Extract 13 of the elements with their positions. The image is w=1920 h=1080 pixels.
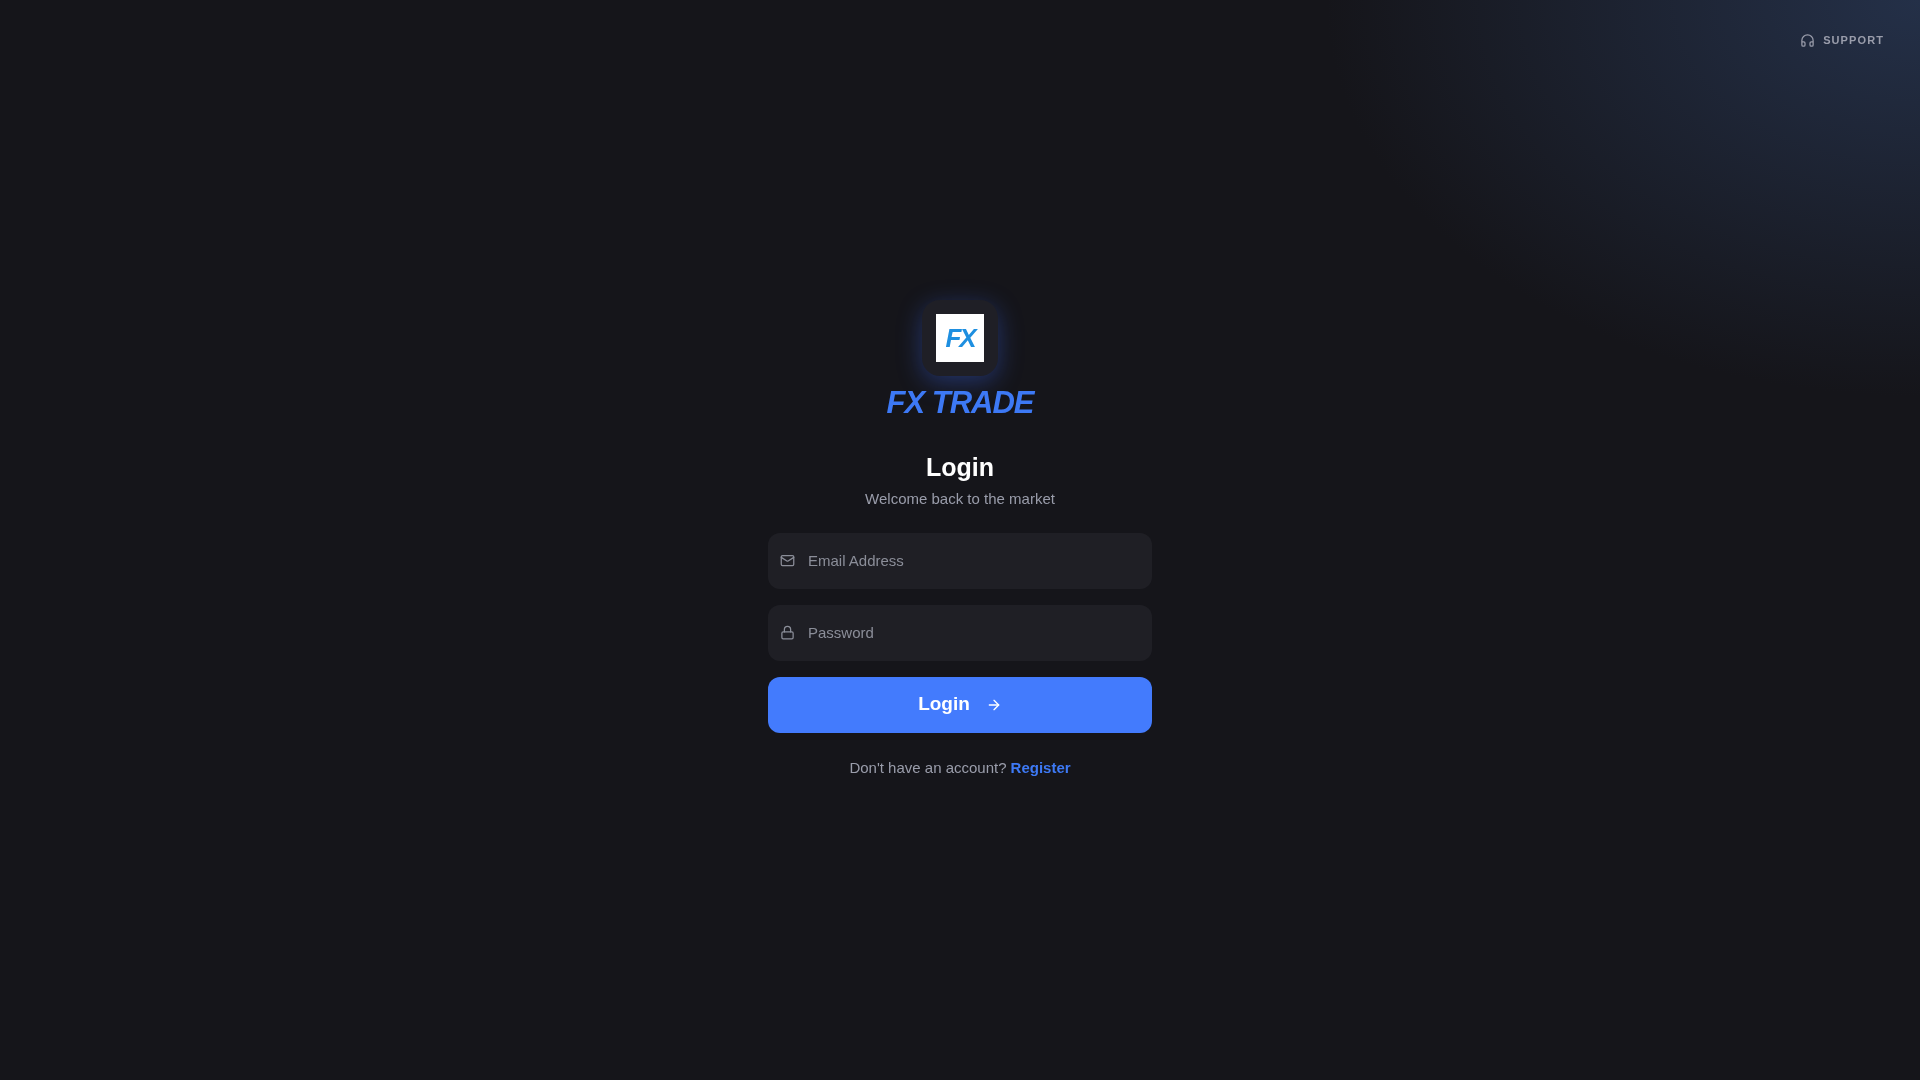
envelope-icon xyxy=(780,552,795,568)
password-field[interactable]: Password xyxy=(768,604,1152,661)
lock-icon xyxy=(780,624,795,640)
register-prompt: Don't have an account? xyxy=(849,757,1007,778)
support-link[interactable]: SUPPORT xyxy=(1800,32,1884,49)
page-heading: Login xyxy=(926,451,994,483)
headphones-icon xyxy=(1800,32,1816,48)
brand-name: FX TRADE xyxy=(886,384,1034,422)
login-button[interactable]: Login xyxy=(768,676,1152,733)
register-link[interactable]: Register xyxy=(1010,756,1071,779)
subheading: Welcome back to the market xyxy=(865,489,1055,509)
logo-mark: FX xyxy=(936,314,984,362)
email-field[interactable]: Email Address xyxy=(768,532,1152,589)
